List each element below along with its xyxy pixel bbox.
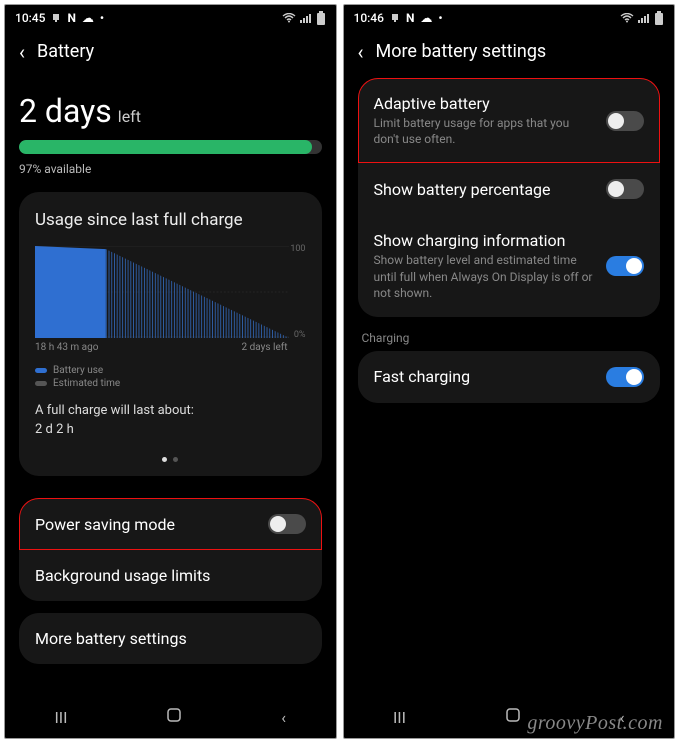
setting-show-battery-percentage[interactable]: Show battery percentage [358,163,661,215]
setting-title: Show charging information [374,231,597,250]
nav-recents-icon[interactable]: III [54,708,67,727]
nav-back-icon[interactable]: ‹ [281,708,286,727]
setting-title: Power saving mode [35,515,258,534]
header: ‹ Battery [5,31,336,68]
dot-1 [162,457,167,462]
battery-progress-fill [19,140,312,154]
n-icon: N [67,11,75,25]
setting-desc: Limit battery usage for apps that you do… [374,115,597,147]
battery-progress [19,140,322,154]
usage-chart: 100 0% [35,246,306,338]
signal-icon [300,13,312,23]
cloud-icon: ☁ [420,11,432,25]
legend-estimated-time: Estimated time [53,378,120,389]
estimate-value: 2 days [19,92,112,130]
setting-desc: Show battery level and estimated time un… [374,252,597,301]
back-icon[interactable]: ‹ [19,42,25,62]
back-icon[interactable]: ‹ [358,42,364,62]
wifi-icon [620,13,634,23]
dot-2 [173,457,178,462]
pin-icon [51,13,61,23]
battery-icon [654,11,664,25]
dots-icon: • [100,11,104,25]
page-title: More battery settings [376,41,547,62]
setting-title: Fast charging [374,367,597,386]
battery-available-label: 97% available [19,162,322,176]
setting-fast-charging[interactable]: Fast charging [358,351,661,403]
charging-info-toggle[interactable] [606,256,644,276]
setting-title: Background usage limits [35,566,296,585]
signal-icon [638,13,650,23]
legend-battery-use: Battery use [53,365,103,376]
setting-power-saving-mode[interactable]: Power saving mode [19,498,322,550]
watermark: groovyPost.com [527,712,663,735]
full-charge-label: A full charge will last about: [35,403,306,418]
chart-y-bottom: 0% [294,330,306,340]
battery-percentage-toggle[interactable] [606,179,644,199]
page-indicator [35,457,306,462]
chart-x-left: 18 h 43 m ago [35,342,98,353]
nav-home-icon[interactable] [166,707,182,727]
phone-battery-screen: 10:45 N ☁ • ‹ Battery 2 days left [4,4,337,739]
battery-icon [316,11,326,25]
estimate-suffix: left [118,107,141,126]
setting-background-usage-limits[interactable]: Background usage limits [19,550,322,601]
page-title: Battery [37,41,94,62]
section-label-charging: Charging [358,317,661,351]
battery-estimate: 2 days left [19,92,322,130]
setting-show-charging-information[interactable]: Show charging information Show battery l… [358,215,661,317]
adaptive-battery-toggle[interactable] [606,111,644,131]
legend-swatch-estimated [35,381,47,386]
dots-icon: • [438,11,442,25]
status-bar: 10:46 N ☁ • [344,5,675,31]
full-charge-value: 2 d 2 h [35,422,306,437]
status-time: 10:46 [354,11,384,25]
status-bar: 10:45 N ☁ • [5,5,336,31]
setting-title: Show battery percentage [374,180,597,199]
nav-home-icon[interactable] [505,707,521,727]
chart-x-right: 2 days left [242,342,288,353]
wifi-icon [282,13,296,23]
fast-charging-toggle[interactable] [606,367,644,387]
usage-card-title: Usage since last full charge [35,210,306,230]
setting-adaptive-battery[interactable]: Adaptive battery Limit battery usage for… [358,78,661,163]
chart-y-top: 100 [290,244,305,254]
setting-title: More battery settings [35,629,296,648]
legend-swatch-battery [35,368,47,373]
usage-card[interactable]: Usage since last full charge 100 0% [19,192,322,476]
power-saving-toggle[interactable] [268,514,306,534]
setting-more-battery-settings[interactable]: More battery settings [19,613,322,664]
nav-recents-icon[interactable]: III [393,708,406,727]
cloud-icon: ☁ [82,11,94,25]
setting-title: Adaptive battery [374,94,597,113]
status-time: 10:45 [15,11,45,25]
nav-bar: III ‹ [5,696,336,738]
header: ‹ More battery settings [344,31,675,68]
pin-icon [390,13,400,23]
phone-more-battery-settings-screen: 10:46 N ☁ • ‹ More battery settings Adap… [343,4,676,739]
n-icon: N [406,11,414,25]
chart-legend: Battery use Estimated time [35,365,306,389]
